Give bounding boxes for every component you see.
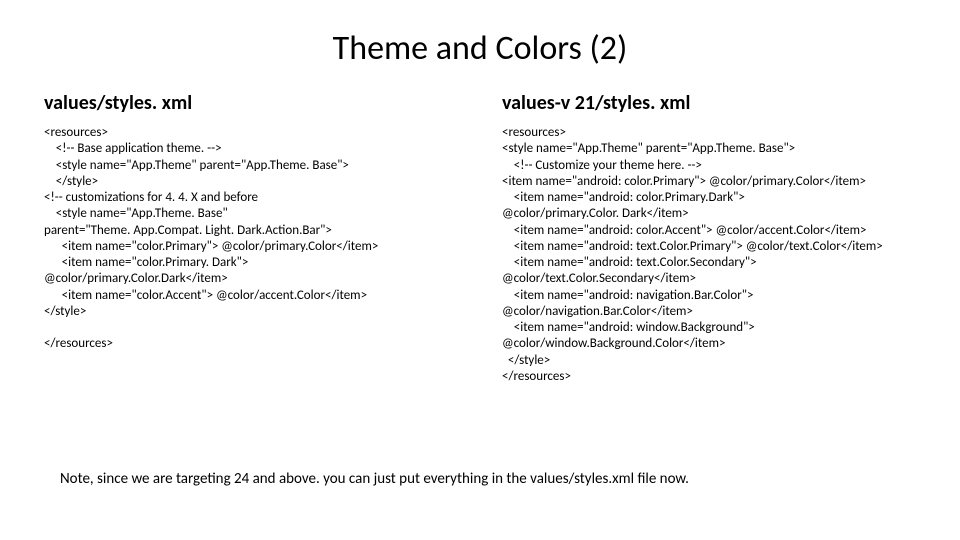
left-code-block: <resources> <!-- Base application theme.… bbox=[44, 125, 462, 353]
left-column: values/styles. xml <resources> <!-- Base… bbox=[44, 91, 462, 385]
right-column-heading: values-v 21/styles. xml bbox=[502, 91, 920, 115]
slide: Theme and Colors (2) values/styles. xml … bbox=[0, 0, 960, 540]
left-column-heading: values/styles. xml bbox=[44, 91, 462, 115]
footnote-text: Note, since we are targeting 24 and abov… bbox=[60, 470, 900, 488]
right-column: values-v 21/styles. xml <resources> <sty… bbox=[502, 91, 920, 385]
right-code-block: <resources> <style name="App.Theme" pare… bbox=[502, 125, 920, 385]
two-column-layout: values/styles. xml <resources> <!-- Base… bbox=[0, 79, 960, 385]
slide-title: Theme and Colors (2) bbox=[0, 0, 960, 79]
